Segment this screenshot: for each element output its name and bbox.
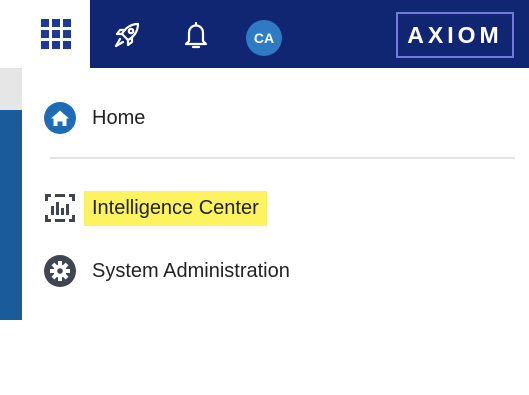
axiom-logo: AXIOM (396, 12, 514, 58)
gear-icon (42, 253, 78, 289)
menu-item-system-administration-label: System Administration (92, 259, 290, 282)
dashboard-icon (42, 190, 78, 226)
background-sidebar: S (0, 110, 22, 394)
launch-button[interactable] (110, 18, 144, 52)
background-sidebar-letter: S (2, 370, 17, 395)
apps-menu-button[interactable] (22, 0, 90, 68)
app-menu: Home Intelligence Center System Administ… (22, 68, 529, 320)
home-icon (42, 100, 78, 136)
menu-item-system-administration[interactable]: System Administration (42, 251, 290, 291)
menu-item-home[interactable]: Home (42, 98, 145, 138)
notifications-button[interactable] (179, 18, 213, 52)
menu-item-intelligence-center[interactable]: Intelligence Center (42, 188, 267, 228)
menu-divider (50, 157, 515, 159)
rocket-icon (114, 22, 140, 48)
menu-item-intelligence-center-label: Intelligence Center (84, 190, 267, 226)
user-avatar[interactable]: CA (246, 20, 282, 56)
grid-icon (41, 19, 71, 49)
top-bar: CA AXIOM (0, 0, 529, 68)
menu-item-home-label: Home (92, 106, 146, 129)
bell-icon (184, 21, 208, 49)
